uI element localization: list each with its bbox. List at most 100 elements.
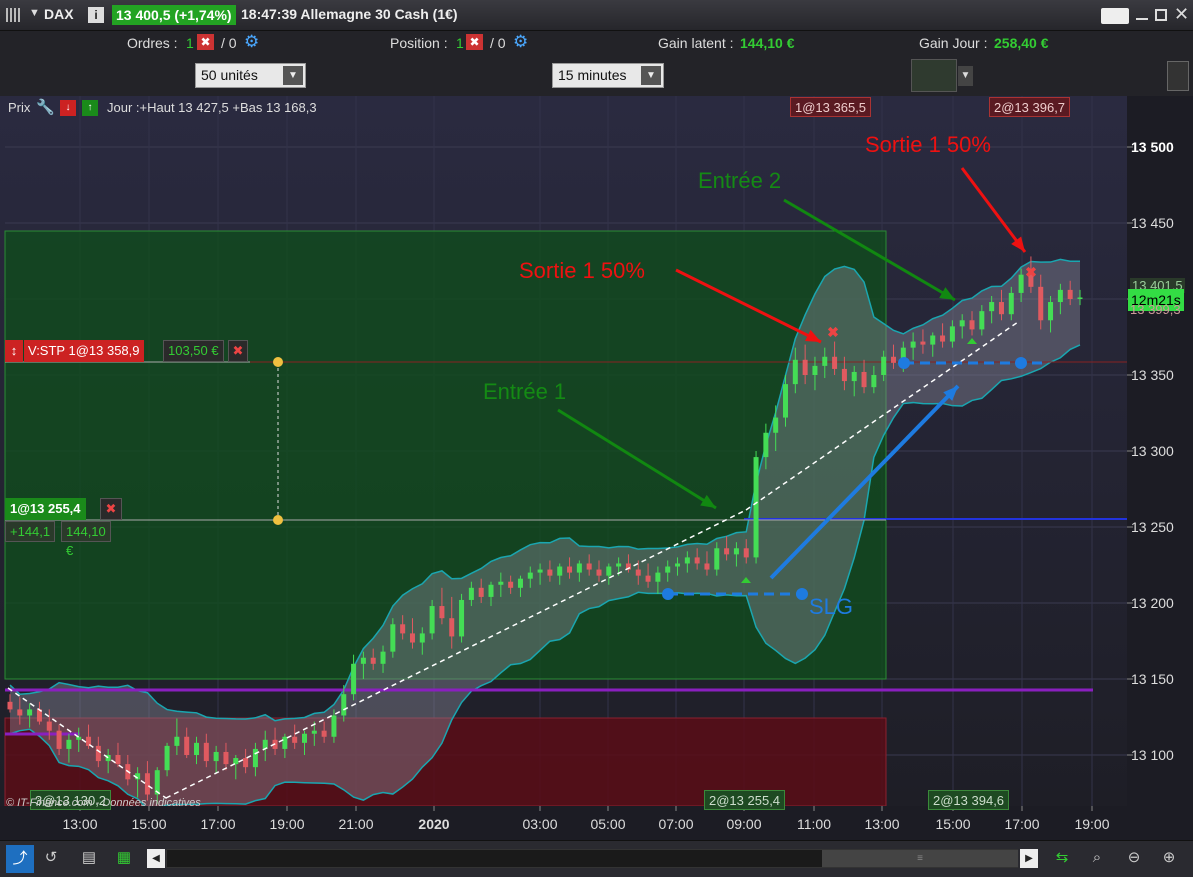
candle-body	[1018, 274, 1024, 293]
exec-tag-top-1[interactable]: 1@13 365,5	[790, 97, 872, 117]
position-points: +144,1	[5, 521, 56, 542]
stop-order-value: 103,50 €	[163, 340, 224, 362]
stop-order-label[interactable]: V:STP 1@13 358,9	[24, 340, 144, 362]
candle-body	[920, 341, 926, 345]
add-indicator-icon[interactable]	[911, 59, 957, 92]
units-value: 50 unités	[201, 67, 258, 83]
position-count[interactable]: 1	[456, 35, 464, 51]
candle-body	[959, 320, 965, 327]
candle-body	[684, 557, 690, 564]
candle-body	[557, 566, 563, 576]
chevron-down-icon[interactable]: ▼	[29, 7, 40, 19]
wrench-icon[interactable]: 🔧	[36, 98, 55, 116]
candle-body	[1038, 286, 1044, 321]
candle-body	[979, 311, 985, 330]
candle-body	[203, 742, 209, 762]
units-select[interactable]: 50 unités ▼	[195, 63, 306, 88]
gear-icon[interactable]: ⚙	[513, 32, 528, 52]
zoom-in-icon[interactable]: ⊕	[1158, 847, 1180, 869]
x-tick-label: 17:00	[200, 816, 235, 832]
exec-tag-top-2[interactable]: 2@13 396,7	[989, 97, 1071, 117]
scroll-right-icon[interactable]: ▶	[1020, 849, 1038, 868]
position-label[interactable]: 1@13 255,4	[5, 498, 86, 520]
minimize-icon[interactable]	[1136, 18, 1148, 20]
candle-body	[17, 709, 23, 716]
candle-body	[390, 624, 396, 652]
cancel-order-icon[interactable]: ✖	[228, 340, 248, 362]
instrument-name[interactable]: DAX	[44, 6, 74, 22]
info-icon[interactable]: i	[88, 7, 104, 23]
slg-point	[898, 357, 910, 369]
move-chart-icon[interactable]: ⇆	[1051, 847, 1073, 869]
indicator-icon[interactable]: ▦	[113, 847, 135, 869]
candle-body	[213, 751, 219, 762]
candle-body	[331, 715, 337, 737]
candle-body	[459, 599, 465, 637]
candle-body	[743, 548, 749, 558]
annotation-sortie-2: Sortie 1 50%	[865, 132, 991, 157]
y-tick-label: 13 100	[1131, 747, 1174, 763]
gear-icon[interactable]: ⚙	[244, 32, 259, 52]
close-position-icon[interactable]: ✖	[466, 34, 483, 50]
candle-body	[851, 371, 857, 382]
candle-body	[439, 606, 445, 619]
grip-icon[interactable]	[6, 8, 20, 22]
chevron-down-icon[interactable]: ▼	[641, 66, 661, 85]
drag-handle-icon[interactable]: ↕	[5, 340, 23, 362]
y-tick-label: 13 150	[1131, 671, 1174, 687]
zoom-out-icon[interactable]: ⊖	[1123, 847, 1145, 869]
scrollbar-thumb[interactable]: ≡	[822, 850, 1018, 867]
annotation-slg: SLG	[809, 594, 854, 619]
position-label: Position :	[390, 35, 448, 51]
candle-body	[223, 751, 229, 765]
candle-body	[292, 736, 298, 743]
candle-body	[341, 694, 347, 716]
orders-count[interactable]: 1	[186, 35, 194, 51]
slg-point	[662, 588, 674, 600]
exec-tag-bottom-mid[interactable]: 2@13 255,4	[704, 790, 786, 810]
price-chart[interactable]: ✖✖ 13 50013 45013 40013 35013 30013 2501…	[0, 96, 1193, 840]
gain-latent-value: 144,10 €	[740, 35, 795, 51]
zoom-fit-icon[interactable]: ⌕	[1086, 847, 1108, 869]
candle-body	[76, 736, 82, 740]
position-handle	[273, 515, 283, 525]
candle-body	[763, 432, 769, 458]
close-position-icon[interactable]: ✖	[100, 498, 122, 520]
sell-icon[interactable]: ↓	[60, 100, 76, 116]
candle-body	[724, 548, 730, 555]
candle-body	[508, 581, 514, 588]
position-zero: / 0	[490, 35, 506, 51]
candle-body	[783, 384, 789, 418]
chart-settings-icon[interactable]: ▤	[78, 847, 100, 869]
price-change-badge: 13 400,5 (+1,74%)	[112, 5, 236, 25]
buy-icon[interactable]: ↑	[82, 100, 98, 116]
keyboard-icon[interactable]	[1101, 8, 1129, 24]
candle-body	[429, 606, 435, 634]
chevron-down-icon[interactable]: ▼	[283, 66, 303, 85]
candle-body	[56, 730, 62, 749]
candle-body	[890, 356, 896, 363]
candle-body	[881, 356, 887, 375]
maximize-icon[interactable]	[1155, 9, 1167, 21]
partial-price-tag: 13 399,3	[1130, 302, 1181, 317]
cancel-orders-icon[interactable]: ✖	[197, 34, 214, 50]
candle-body	[301, 733, 307, 743]
share-icon[interactable]: ⤴	[6, 845, 34, 873]
x-tick-label: 11:00	[797, 816, 831, 832]
cursor-icon[interactable]: ↺	[40, 847, 62, 869]
candle-body	[1067, 289, 1073, 299]
candle-body	[380, 651, 386, 664]
scroll-left-icon[interactable]: ◀	[147, 849, 165, 868]
x-tick-label: 19:00	[269, 816, 304, 832]
exec-tag-bottom-right[interactable]: 2@13 394,6	[928, 790, 1010, 810]
candle-body	[675, 563, 681, 567]
position-value: 144,10 €	[61, 521, 111, 558]
interval-select[interactable]: 15 minutes ▼	[552, 63, 664, 88]
candle-body	[832, 356, 838, 369]
chart-panel[interactable]: ✖✖ 13 50013 45013 40013 35013 30013 2501…	[0, 96, 1193, 840]
x-tick-label: 07:00	[658, 816, 693, 832]
drawing-tools-icon[interactable]	[1167, 61, 1189, 91]
close-icon[interactable]: ✕	[1174, 4, 1189, 25]
candle-body	[370, 657, 376, 664]
chevron-down-icon[interactable]: ▼	[958, 66, 973, 86]
